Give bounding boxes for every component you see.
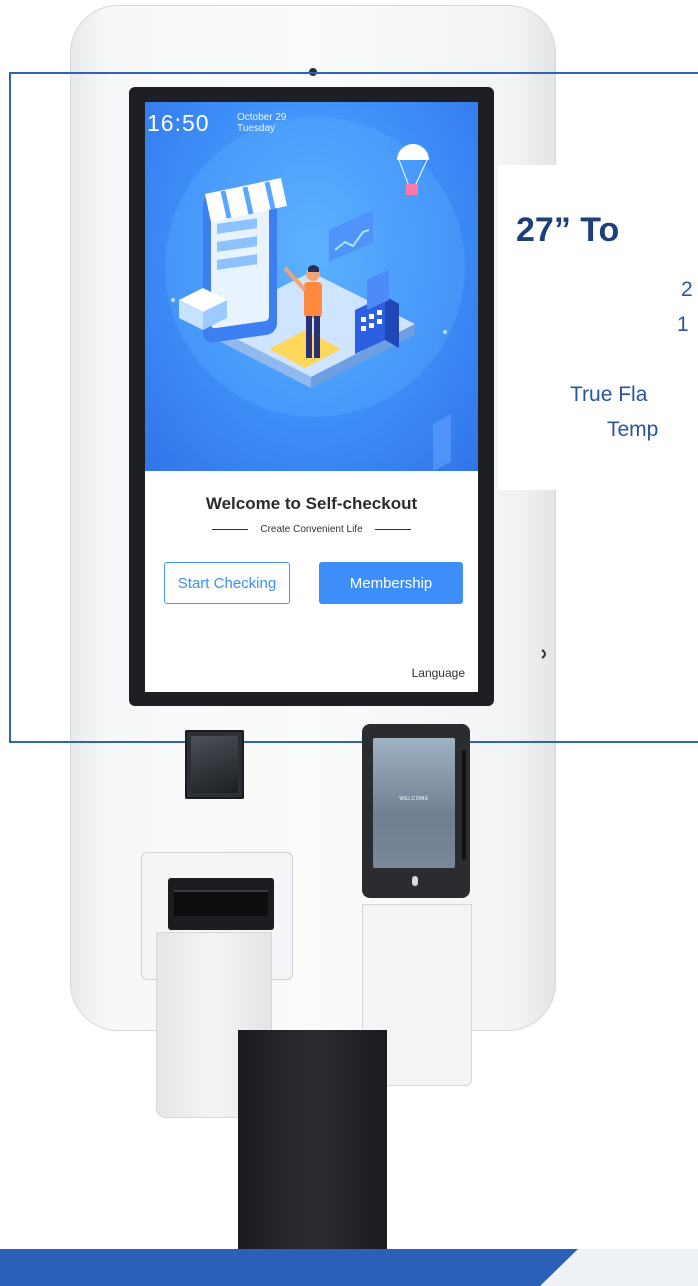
info-card-line-4: Temp: [607, 418, 659, 441]
hero-illustration: 16:50 October 29 Tuesday: [145, 102, 478, 471]
info-card-line-3: True Fla: [570, 383, 648, 406]
barcode-scanner: [185, 730, 244, 799]
clock-time: 16:50: [147, 110, 210, 136]
info-card-line-1: 2: [681, 278, 693, 301]
tagline-divider-right: [374, 529, 411, 530]
shopping-illustration: [165, 117, 465, 471]
terminal-indicator-icon: [412, 876, 418, 886]
payment-terminal[interactable]: WELCOME: [362, 724, 470, 898]
welcome-title: Welcome to Self-checkout: [205, 494, 418, 513]
weekday-line: Tuesday: [237, 123, 275, 134]
stand-pole: [238, 1030, 387, 1286]
receipt-printer-slot: [168, 878, 274, 930]
side-bracket-icon: [541, 649, 546, 659]
start-checking-button[interactable]: Start Checking: [164, 562, 290, 604]
terminal-welcome-text: WELCOME: [399, 796, 429, 802]
info-card-line-2: 1: [677, 313, 689, 336]
date-line: October 29: [237, 112, 287, 123]
tagline: Create Convenient Life: [260, 524, 363, 535]
tagline-row: Create Convenient Life: [145, 524, 478, 535]
clock-date: October 29 Tuesday: [237, 112, 286, 134]
receipt-opening: [174, 890, 268, 916]
payment-terminal-screen[interactable]: WELCOME: [373, 738, 455, 868]
info-card-title: 27” To: [516, 211, 620, 249]
language-link[interactable]: Language: [412, 666, 465, 680]
scanner-window: [191, 736, 238, 793]
kiosk-screen: 16:50 October 29 Tuesday Welcome to Self…: [145, 102, 478, 692]
info-card: 27” To 2 1 True Fla Temp: [498, 165, 698, 490]
tagline-divider-left: [212, 529, 249, 530]
membership-button[interactable]: Membership: [319, 562, 463, 604]
card-slot[interactable]: [462, 750, 466, 860]
